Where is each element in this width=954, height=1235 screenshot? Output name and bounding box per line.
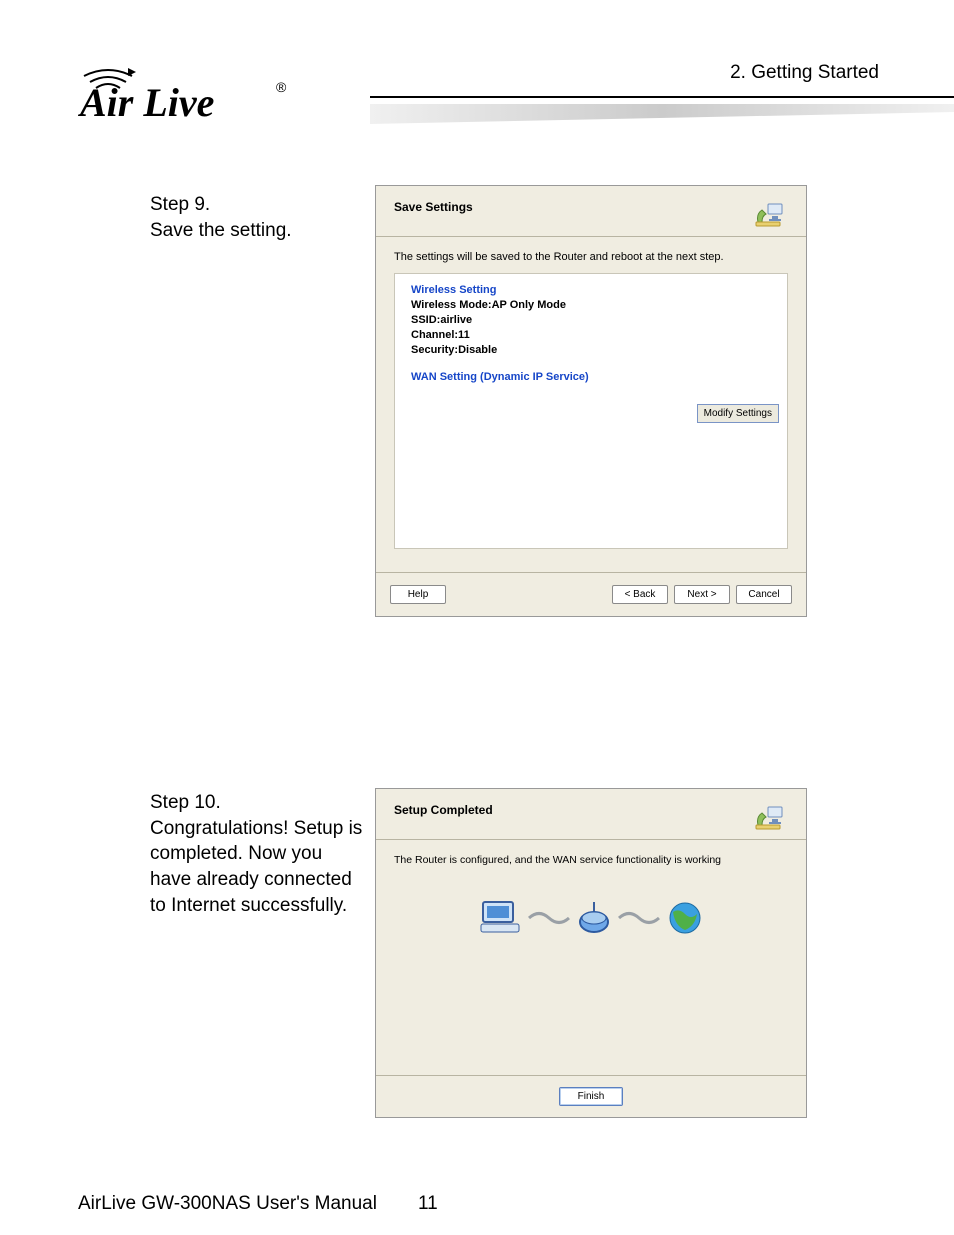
save-settings-dialog: Save Settings The settings will be saved… <box>375 185 807 617</box>
security: Security:Disable <box>411 343 771 358</box>
step10-title: Step 10. <box>150 790 365 816</box>
setup-msg: The Router is configured, and the WAN se… <box>394 854 788 866</box>
modify-settings-button[interactable]: Modify Settings <box>697 404 779 423</box>
chapter-heading: 2. Getting Started <box>730 62 879 84</box>
svg-text:®: ® <box>276 79 287 95</box>
globe-icon <box>667 900 703 936</box>
header-divider <box>370 96 954 126</box>
step9-title: Step 9. <box>150 192 350 218</box>
channel: Channel:11 <box>411 328 771 343</box>
wizard-icon <box>754 200 788 228</box>
save-intro: The settings will be saved to the Router… <box>394 251 788 263</box>
step9-desc: Save the setting. <box>150 218 350 244</box>
page-number: 11 <box>418 1193 438 1215</box>
step10-desc: Congratulations! Setup is completed. Now… <box>150 816 365 919</box>
wireless-mode: Wireless Mode:AP Only Mode <box>411 298 771 313</box>
dialog-title: Save Settings <box>394 200 473 214</box>
finish-button[interactable]: Finish <box>559 1087 623 1106</box>
next-button[interactable]: Next > <box>674 585 730 604</box>
network-diagram <box>394 900 788 936</box>
ssid: SSID:airlive <box>411 313 771 328</box>
help-button[interactable]: Help <box>390 585 446 604</box>
wireless-setting-header: Wireless Setting <box>411 284 771 296</box>
wizard-icon <box>754 803 788 831</box>
setup-completed-dialog: Setup Completed The Router is configured… <box>375 788 807 1118</box>
link-icon <box>617 909 661 927</box>
manual-title: AirLive GW-300NAS User's Manual <box>78 1193 377 1215</box>
dialog-title: Setup Completed <box>394 803 493 817</box>
computer-icon <box>479 900 521 936</box>
router-icon <box>577 900 611 936</box>
back-button[interactable]: < Back <box>612 585 668 604</box>
link-icon <box>527 909 571 927</box>
airlive-logo: Air Live ® <box>78 58 293 126</box>
step9-text: Step 9. Save the setting. <box>150 192 350 243</box>
cancel-button[interactable]: Cancel <box>736 585 792 604</box>
page-footer: AirLive GW-300NAS User's Manual 11 <box>78 1193 879 1215</box>
settings-summary-box: Wireless Setting Wireless Mode:AP Only M… <box>394 273 788 549</box>
svg-text:Air Live: Air Live <box>78 80 214 125</box>
wan-setting-header: WAN Setting (Dynamic IP Service) <box>411 371 771 383</box>
step10-text: Step 10. Congratulations! Setup is compl… <box>150 790 365 918</box>
